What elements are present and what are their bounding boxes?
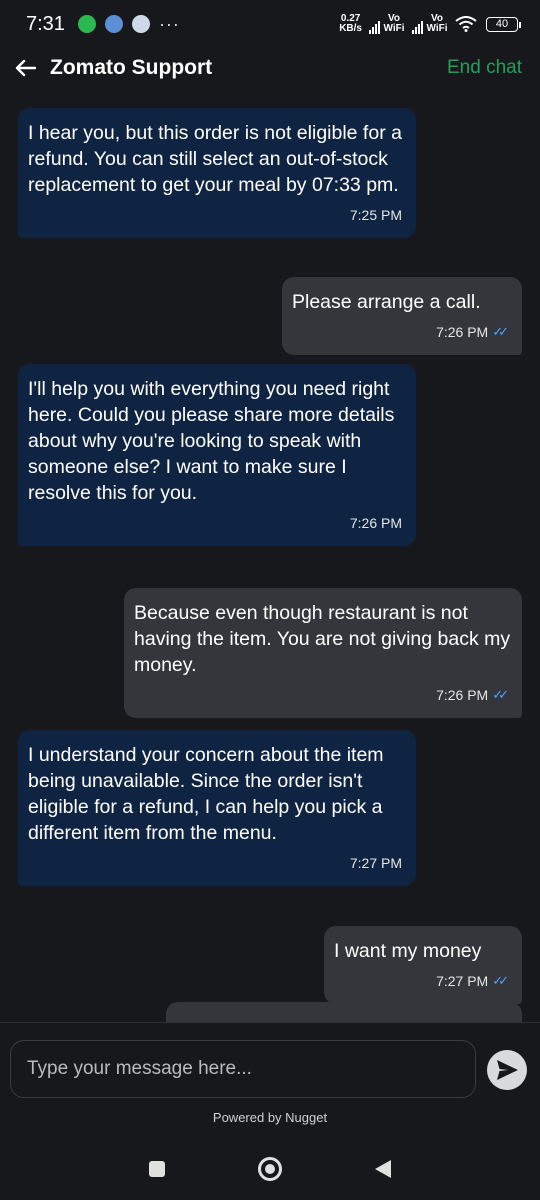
back-button[interactable] — [363, 1149, 403, 1189]
signal-2: Vo WiFi — [412, 14, 448, 34]
back-triangle-icon — [375, 1160, 392, 1178]
app-notification-icon — [104, 15, 123, 33]
signal-bars-icon — [412, 21, 423, 34]
battery-icon: 40 — [486, 16, 521, 32]
message-time-row: 7:25 PM — [28, 202, 406, 228]
message-time-row: 7:27 PM ✓✓ — [334, 968, 512, 994]
status-left: 7:31 ··· — [26, 13, 180, 36]
vowifi-label: Vo WiFi — [383, 13, 405, 34]
send-icon — [497, 1060, 518, 1080]
home-icon — [257, 1157, 282, 1181]
status-right: 0.27 KB/s Vo WiFi Vo WiFi 40 — [339, 14, 521, 34]
network-speed-unit: KB/s — [339, 23, 362, 34]
whatsapp-icon — [77, 15, 96, 33]
more-notifications-icon: ··· — [158, 13, 180, 34]
incoming-message: I hear you, but this order is not eligib… — [18, 108, 416, 238]
vowifi-label: Vo WiFi — [426, 13, 448, 34]
incoming-message: I understand your concern about the item… — [18, 730, 416, 886]
message-time: 7:26 PM — [349, 515, 402, 531]
back-arrow-icon[interactable] — [14, 53, 50, 84]
browser-icon — [131, 15, 150, 33]
chat-thread[interactable]: I hear you, but this order is not eligib… — [0, 100, 540, 1022]
outgoing-message: Please arrange a call. 7:26 PM ✓✓ — [282, 277, 522, 355]
network-speed: 0.27 KB/s — [339, 14, 362, 34]
incoming-message: I'll help you with everything you need r… — [18, 364, 416, 546]
status-bar: 7:31 ··· 0.27 KB/s Vo WiFi Vo WiFi 40 — [0, 0, 540, 48]
message-time: 7:26 PM — [436, 324, 489, 340]
message-time-row: 7:26 PM — [28, 510, 406, 536]
outgoing-message: Because even though restaurant is not ha… — [124, 588, 522, 718]
message-text: I hear you, but this order is not eligib… — [28, 122, 408, 196]
battery-level: 40 — [495, 18, 509, 30]
signal-bars-icon — [369, 21, 380, 34]
composer-divider — [0, 1022, 540, 1023]
message-time-row: 7:26 PM ✓✓ — [134, 682, 512, 708]
recents-button[interactable] — [137, 1149, 177, 1189]
message-time: 7:26 PM — [436, 687, 489, 703]
message-text: Because even though restaurant is not ha… — [134, 602, 516, 676]
home-button[interactable] — [250, 1149, 290, 1189]
message-text: I understand your concern about the item… — [28, 744, 389, 844]
message-input[interactable] — [10, 1040, 476, 1098]
message-time: 7:27 PM — [436, 973, 489, 989]
wifi-icon — [455, 16, 477, 32]
send-button[interactable] — [487, 1050, 527, 1090]
message-text: I'll help you with everything you need r… — [28, 378, 400, 504]
chat-title: Zomato Support — [50, 56, 213, 79]
message-time: 7:27 PM — [349, 855, 402, 871]
read-ticks-icon: ✓✓ — [492, 324, 509, 339]
end-chat-button[interactable]: End chat — [447, 57, 522, 79]
read-ticks-icon: ✓✓ — [492, 973, 509, 988]
message-text: Please arrange a call. — [292, 291, 481, 313]
incoming-message-partial — [166, 1002, 522, 1022]
message-time-row: 7:27 PM — [28, 850, 406, 876]
system-nav-bar — [0, 1138, 540, 1200]
message-time-row: 7:26 PM ✓✓ — [292, 319, 512, 345]
message-time: 7:25 PM — [349, 207, 402, 223]
message-text: I want my money — [334, 940, 482, 962]
chat-header: Zomato Support End chat — [0, 48, 540, 88]
recents-icon — [148, 1161, 165, 1177]
outgoing-message: I want my money 7:27 PM ✓✓ — [324, 926, 522, 1004]
signal-1: Vo WiFi — [369, 14, 405, 34]
read-ticks-icon: ✓✓ — [492, 687, 509, 702]
powered-by-label: Powered by Nugget — [212, 1110, 328, 1125]
status-time: 7:31 — [26, 12, 65, 35]
